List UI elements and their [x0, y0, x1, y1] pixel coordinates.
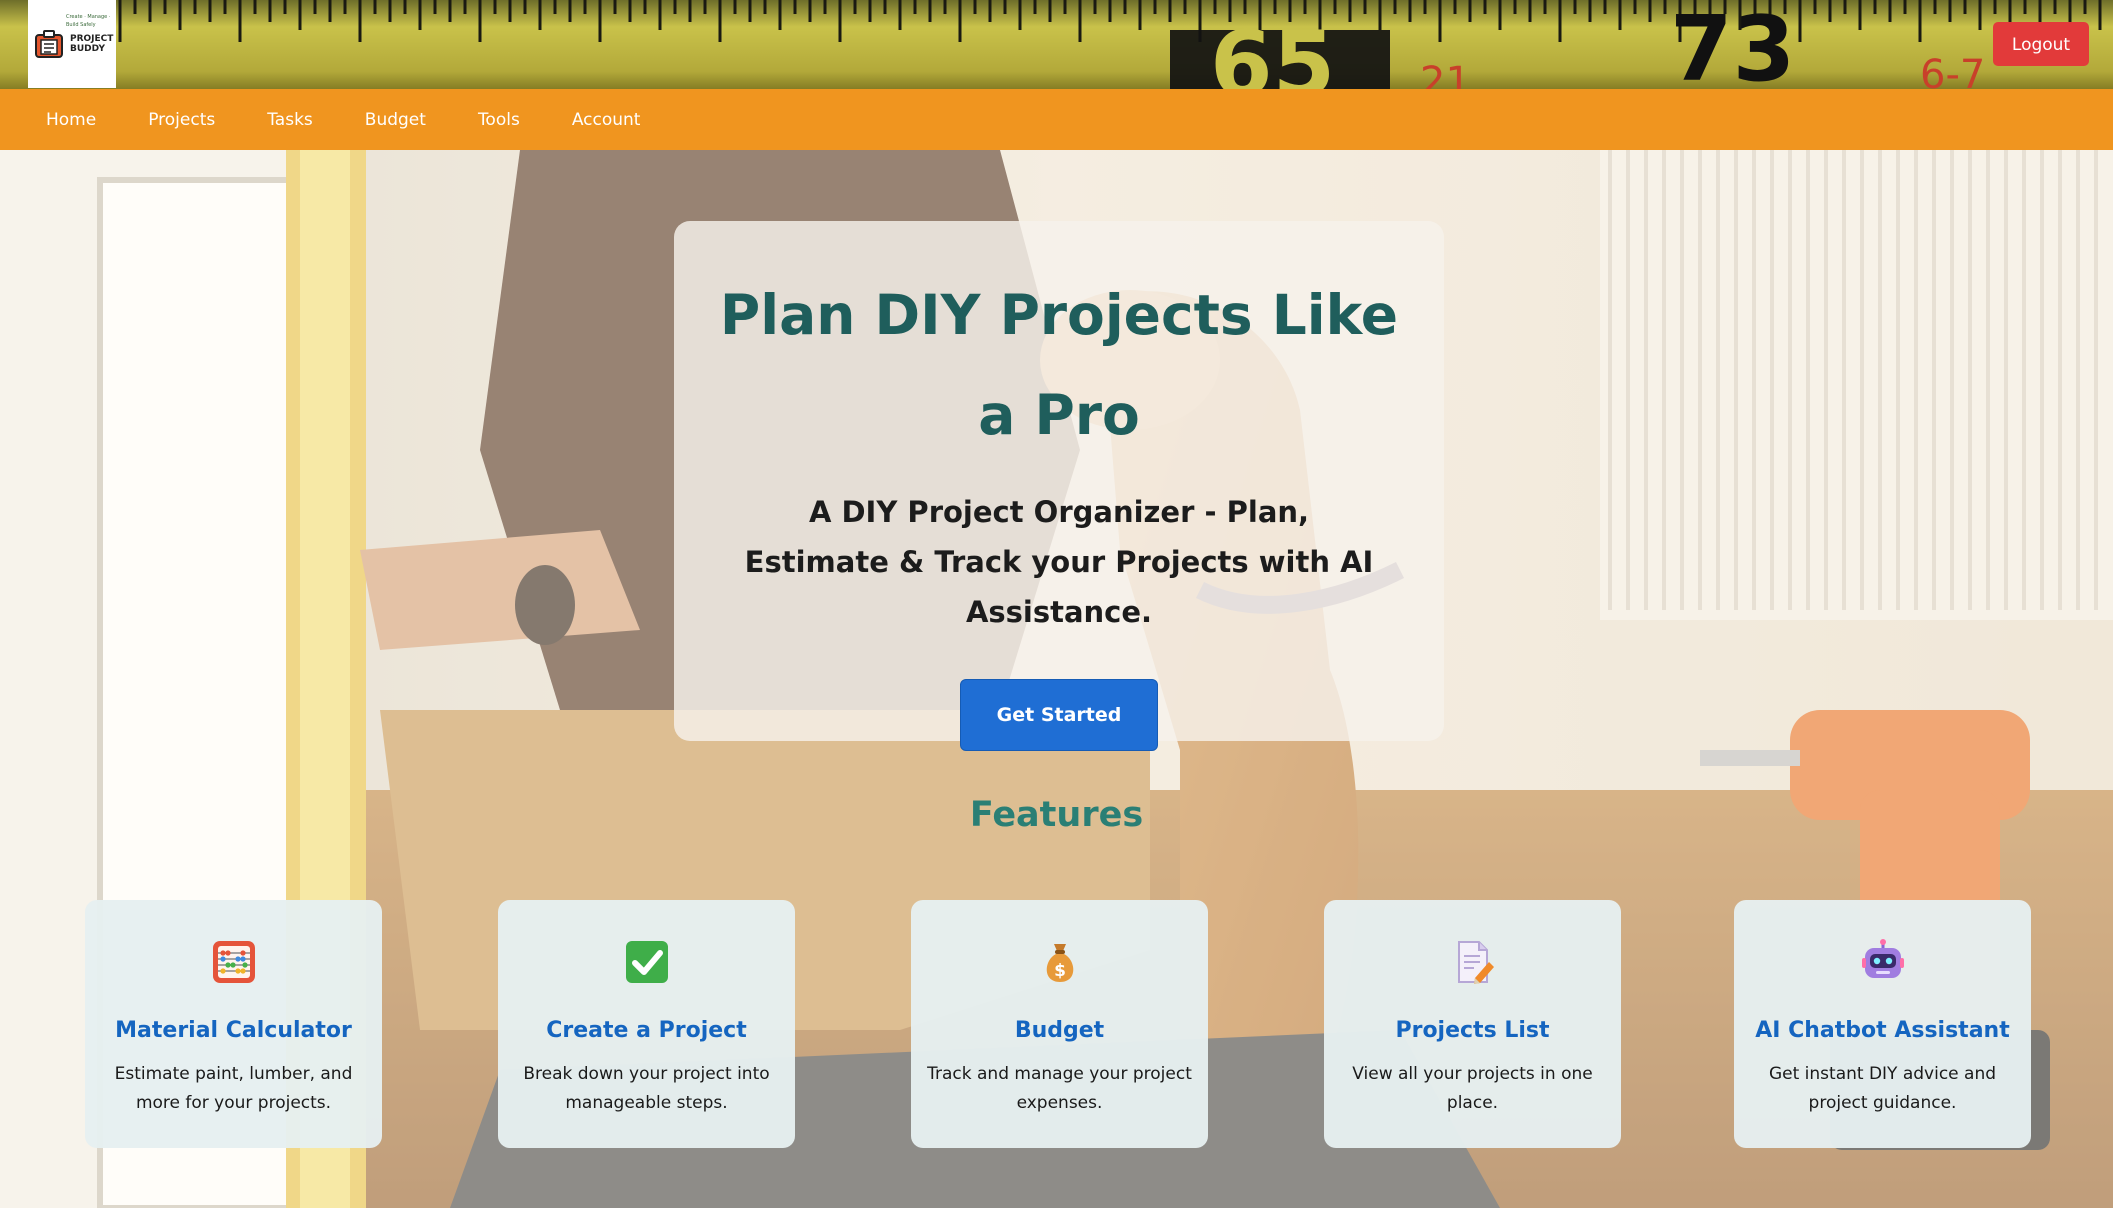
svg-text:65: 65 [1210, 12, 1335, 89]
header-banner: 65 73 21 6-7 Create · Manage · Build Saf… [0, 0, 2113, 89]
feature-description: Track and manage your project expenses. [927, 1064, 1192, 1113]
feature-card-budget[interactable]: $ Budget Track and manage your project e… [911, 900, 1208, 1148]
nav-account[interactable]: Account [552, 110, 661, 130]
feature-title[interactable]: Material Calculator [85, 1016, 382, 1046]
main-nav: Home Projects Tasks Budget Tools Account [0, 89, 2113, 150]
feature-card-material-calculator[interactable]: Material Calculator Estimate paint, lumb… [85, 900, 382, 1148]
feature-title[interactable]: AI Chatbot Assistant [1734, 1016, 2031, 1046]
hero-section: Plan DIY Projects Like a Pro A DIY Proje… [0, 150, 2113, 1208]
logout-button[interactable]: Logout [1993, 22, 2089, 66]
nav-tools[interactable]: Tools [458, 110, 540, 130]
feature-title[interactable]: Budget [911, 1016, 1208, 1046]
feature-title[interactable]: Projects List [1324, 1016, 1621, 1046]
hero-card: Plan DIY Projects Like a Pro A DIY Proje… [674, 221, 1444, 751]
page: 65 73 21 6-7 Create · Manage · Build Saf… [0, 0, 2113, 1208]
features-grid: Material Calculator Estimate paint, lumb… [85, 900, 2031, 1150]
checkmark-icon [625, 941, 668, 983]
svg-text:6-7: 6-7 [1920, 52, 1985, 89]
svg-text:73: 73 [1670, 0, 1795, 89]
nav-home[interactable]: Home [26, 110, 116, 130]
nav-budget[interactable]: Budget [345, 110, 446, 130]
nav-tasks[interactable]: Tasks [247, 110, 333, 130]
hero-subtitle: A DIY Project Organizer - Plan, Estimate… [744, 495, 1374, 629]
feature-title[interactable]: Create a Project [498, 1016, 795, 1046]
feature-description: View all your projects in one place. [1352, 1064, 1593, 1113]
feature-description: Get instant DIY advice and project guida… [1768, 1064, 1997, 1113]
document-pencil-icon [1457, 941, 1494, 984]
get-started-button[interactable]: Get Started [960, 679, 1158, 751]
logo-name-line2: BUDDY [70, 44, 105, 54]
hero-title: Plan DIY Projects Like a Pro [719, 283, 1399, 447]
abacus-icon [212, 941, 255, 983]
feature-description: Break down your project into manageable … [523, 1064, 770, 1113]
logo-name: PROJECT BUDDY [70, 34, 113, 54]
nav-projects[interactable]: Projects [128, 110, 235, 130]
svg-text:21: 21 [1420, 59, 1471, 89]
logo[interactable]: Create · Manage · Build Safely PROJECT B… [28, 0, 116, 88]
feature-description: Estimate paint, lumber, and more for you… [114, 1064, 353, 1113]
clipboard-toolbox-icon [35, 30, 63, 58]
logo-tagline: Create · Manage · Build Safely [66, 14, 111, 28]
features-heading: Features [969, 795, 1144, 835]
money-bag-icon: $ [1046, 944, 1073, 982]
feature-card-projects-list[interactable]: Projects List View all your projects in … [1324, 900, 1621, 1148]
feature-card-create-project[interactable]: Create a Project Break down your project… [498, 900, 795, 1148]
svg-text:$: $ [1054, 961, 1066, 981]
feature-card-ai-chatbot[interactable]: AI Chatbot Assistant Get instant DIY adv… [1734, 900, 2031, 1148]
tape-measure-banner: 65 73 21 6-7 [0, 0, 2113, 89]
robot-icon [1861, 939, 1904, 978]
logo-name-line1: PROJECT [70, 34, 114, 44]
